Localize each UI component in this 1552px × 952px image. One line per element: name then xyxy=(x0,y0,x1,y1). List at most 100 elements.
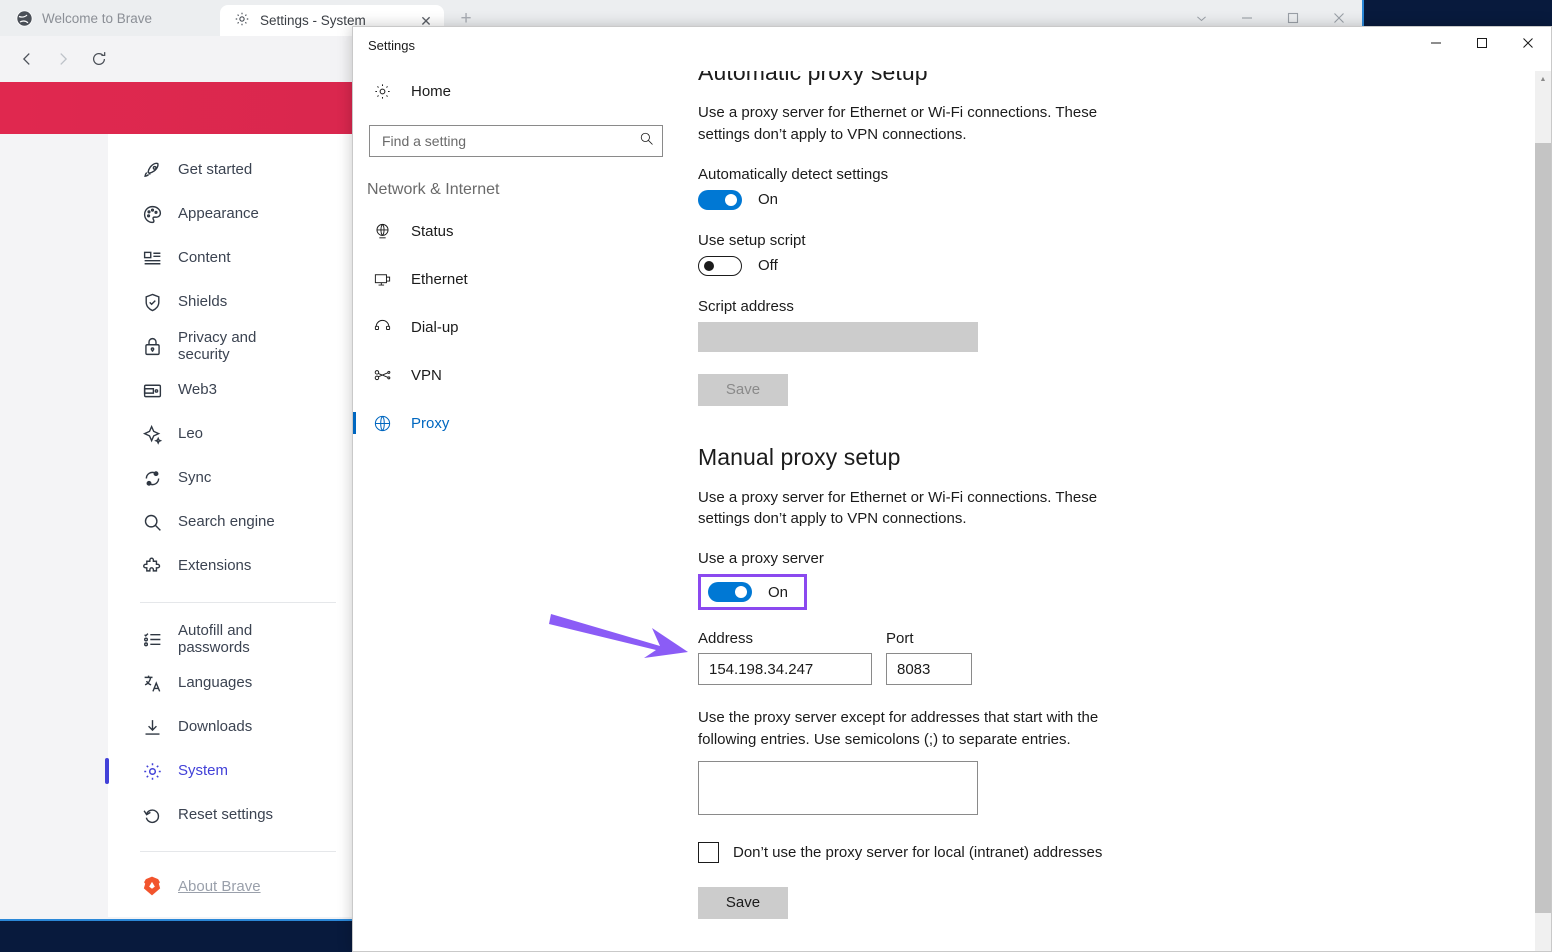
settings-content-pane: Automatic proxy setup Use a proxy server… xyxy=(698,71,1498,951)
reset-icon xyxy=(140,803,164,827)
sidebar-item-leo[interactable]: Leo xyxy=(108,412,368,456)
sidebar-item-label: Appearance xyxy=(178,205,259,222)
sidebar-item-languages[interactable]: Languages xyxy=(108,661,368,705)
settings-minimize-button[interactable] xyxy=(1413,27,1459,59)
sidebar-item-extensions[interactable]: Extensions xyxy=(108,544,368,588)
sidebar-item-label: Reset settings xyxy=(178,806,273,823)
auto-detect-settings-toggle-row: On xyxy=(698,190,1498,210)
bypass-local-label: Don’t use the proxy server for local (in… xyxy=(733,844,1102,861)
exclude-entries-input[interactable] xyxy=(698,761,978,815)
back-button[interactable] xyxy=(10,42,44,76)
sidebar-item-about-brave[interactable]: About Brave xyxy=(108,866,368,906)
port-field-group: Port xyxy=(886,630,972,685)
brave-globe-icon xyxy=(16,10,33,27)
automatic-proxy-heading: Automatic proxy setup xyxy=(698,71,1498,86)
use-proxy-server-state: On xyxy=(768,584,788,601)
toggle-knob xyxy=(725,194,737,206)
sidebar-item-label: Shields xyxy=(178,293,227,310)
script-address-input[interactable] xyxy=(698,322,978,352)
manual-proxy-save-button[interactable]: Save xyxy=(698,887,788,919)
settings-nav-item-label: Status xyxy=(411,223,454,240)
reload-button[interactable] xyxy=(82,42,116,76)
sidebar-item-label: Get started xyxy=(178,161,252,178)
wallet-icon xyxy=(140,378,164,402)
manual-proxy-description: Use a proxy server for Ethernet or Wi-Fi… xyxy=(698,487,1150,531)
port-input[interactable] xyxy=(886,653,972,685)
settings-nav-home-label: Home xyxy=(411,83,451,100)
sidebar-item-search-engine[interactable]: Search engine xyxy=(108,500,368,544)
sidebar-item-sync[interactable]: Sync xyxy=(108,456,368,500)
sidebar-item-label: Autofill and passwords xyxy=(178,622,283,657)
use-proxy-server-toggle[interactable] xyxy=(708,582,752,602)
sidebar-item-reset-settings[interactable]: Reset settings xyxy=(108,793,368,837)
settings-nav-item-vpn[interactable]: VPN xyxy=(353,351,688,399)
sidebar-item-label: System xyxy=(178,762,228,779)
about-brave-label: About Brave xyxy=(178,878,261,895)
settings-nav-item-label: Proxy xyxy=(411,415,449,432)
scroll-up-arrow-icon[interactable]: ▲ xyxy=(1535,71,1551,88)
content-icon xyxy=(140,246,164,270)
bypass-local-row[interactable]: Don’t use the proxy server for local (in… xyxy=(698,842,1498,863)
sidebar-item-label: Languages xyxy=(178,674,252,691)
screen-root: Welcome to Brave Settings - System ✕ + xyxy=(0,0,1552,952)
use-setup-script-toggle-row: Off xyxy=(698,256,1498,276)
background-tab[interactable]: Welcome to Brave xyxy=(0,0,220,36)
dialup-phone-icon xyxy=(371,316,393,338)
sidebar-item-appearance[interactable]: Appearance xyxy=(108,192,368,236)
manual-proxy-section: Manual proxy setup Use a proxy server fo… xyxy=(698,444,1498,919)
auto-detect-settings-state: On xyxy=(758,191,778,208)
search-input[interactable] xyxy=(380,132,639,150)
sidebar-item-shields[interactable]: Shields xyxy=(108,280,368,324)
sidebar-item-content[interactable]: Content xyxy=(108,236,368,280)
use-proxy-server-highlight: On xyxy=(698,574,807,610)
scrollbar-thumb[interactable] xyxy=(1535,143,1551,913)
brave-settings-sidebar: Get started Appearance C xyxy=(108,134,368,906)
auto-detect-settings-label: Automatically detect settings xyxy=(698,166,1498,183)
settings-nav-group-title: Network & Internet xyxy=(367,181,688,199)
settings-nav-item-ethernet[interactable]: Ethernet xyxy=(353,255,688,303)
script-address-save-button[interactable]: Save xyxy=(698,374,788,406)
use-setup-script-toggle[interactable] xyxy=(698,256,742,276)
sidebar-item-label: Sync xyxy=(178,469,211,486)
sidebar-item-privacy-and-security[interactable]: Privacy and security xyxy=(108,324,368,368)
search-icon xyxy=(639,131,654,151)
sidebar-item-web3[interactable]: Web3 xyxy=(108,368,368,412)
translate-icon xyxy=(140,671,164,695)
bypass-local-checkbox[interactable] xyxy=(698,842,719,863)
sidebar-item-label: Search engine xyxy=(178,513,275,530)
use-proxy-server-label: Use a proxy server xyxy=(698,550,1498,567)
sidebar-item-label: Privacy and security xyxy=(178,329,288,364)
settings-nav-home[interactable]: Home xyxy=(353,71,688,111)
settings-scrollbar[interactable]: ▲ xyxy=(1535,71,1551,951)
use-setup-script-label: Use setup script xyxy=(698,232,1498,249)
sidebar-item-label: Leo xyxy=(178,425,203,442)
settings-close-button[interactable] xyxy=(1505,27,1551,59)
proxy-address-row: Address Port xyxy=(698,630,1498,685)
settings-nav-item-label: Dial-up xyxy=(411,319,459,336)
address-input[interactable] xyxy=(698,653,872,685)
sidebar-item-downloads[interactable]: Downloads xyxy=(108,705,368,749)
settings-nav-item-dial-up[interactable]: Dial-up xyxy=(353,303,688,351)
sidebar-item-system[interactable]: System xyxy=(108,749,368,793)
settings-search-box[interactable] xyxy=(369,125,663,157)
sparkle-icon xyxy=(140,422,164,446)
sidebar-item-get-started[interactable]: Get started xyxy=(108,148,368,192)
sidebar-item-autofill-and-passwords[interactable]: Autofill and passwords xyxy=(108,617,368,661)
gear-icon xyxy=(234,11,250,30)
sidebar-divider-1 xyxy=(140,602,336,603)
sync-icon xyxy=(140,466,164,490)
port-label: Port xyxy=(886,630,972,647)
auto-detect-settings-toggle[interactable] xyxy=(698,190,742,210)
vpn-icon xyxy=(371,364,393,386)
script-address-label: Script address xyxy=(698,298,1498,315)
settings-window-title: Settings xyxy=(353,38,415,53)
exclude-description: Use the proxy server except for addresse… xyxy=(698,707,1150,751)
sidebar-item-label: Downloads xyxy=(178,718,252,735)
brave-lion-icon xyxy=(140,874,164,898)
lock-icon xyxy=(140,334,164,358)
settings-nav-item-status[interactable]: Status xyxy=(353,207,688,255)
settings-maximize-button[interactable] xyxy=(1459,27,1505,59)
download-icon xyxy=(140,715,164,739)
forward-button[interactable] xyxy=(46,42,80,76)
settings-nav-item-proxy[interactable]: Proxy xyxy=(353,399,688,447)
